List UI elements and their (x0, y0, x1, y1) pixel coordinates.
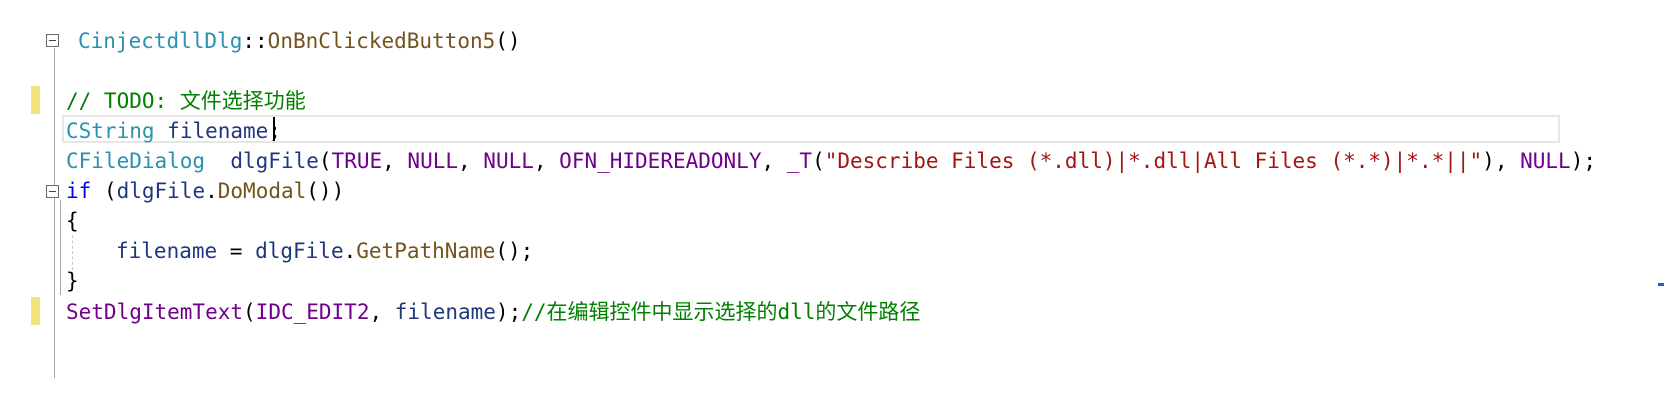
code-token: :: (242, 29, 268, 53)
code-token: CFileDialog (66, 149, 206, 173)
code-token: CinjectdllDlg (78, 29, 243, 53)
code-token: filename (116, 239, 218, 263)
code-token: , (369, 300, 395, 324)
code-token: = (217, 239, 256, 263)
code-token: filename (167, 119, 269, 143)
code-token: , (458, 149, 484, 173)
code-token: { (66, 209, 79, 233)
code-token: CString (66, 119, 155, 143)
scrollbar-marker[interactable] (1658, 283, 1664, 286)
code-token: ( (243, 300, 256, 324)
code-token: if (66, 179, 92, 203)
code-token: "Describe Files (*.dll)|*.dll|All Files … (824, 149, 1483, 173)
indent-guide (72, 235, 73, 270)
code-token: GetPathName (356, 239, 496, 263)
code-token: NULL (1520, 149, 1571, 173)
code-token: dlgFile (255, 239, 344, 263)
code-token: //在编辑控件中显示选择的dll的文件路径 (521, 300, 921, 324)
code-token: ); (495, 300, 522, 324)
code-token: DoModal (217, 179, 307, 203)
code-token: TRUE (331, 149, 383, 173)
collapse-toggle-icon[interactable] (46, 185, 59, 198)
outline-line (54, 48, 55, 378)
code-token: . (205, 179, 218, 203)
code-token: IDC_EDIT2 (255, 300, 370, 324)
code-token: NULL (483, 149, 534, 173)
code-token: dlgFile (230, 149, 319, 173)
code-token: , (533, 149, 560, 173)
current-line-highlight (62, 115, 1560, 143)
code-token: // TODO: 文件选择功能 (66, 89, 306, 113)
code-token: } (66, 269, 79, 293)
outline-line-inner (60, 200, 61, 295)
code-token: ( (318, 149, 332, 173)
code-token: , (761, 149, 787, 173)
code-token: OnBnClickedButton5 (267, 29, 496, 53)
code-token: ), (1482, 149, 1521, 173)
code-token: ( (812, 149, 825, 173)
code-token: NULL (407, 149, 458, 173)
code-token: ); (1570, 149, 1596, 173)
code-token: dlgFile (116, 179, 206, 203)
code-token: OFN_HIDEREADONLY (559, 149, 762, 173)
code-token: (); (495, 239, 534, 263)
collapse-toggle-icon[interactable] (46, 34, 59, 47)
code-token: filename (394, 300, 496, 324)
change-marker (31, 297, 40, 325)
code-token: () (495, 29, 521, 53)
code-token: ( (91, 179, 117, 203)
change-marker (31, 86, 40, 114)
code-token: _T (786, 149, 813, 173)
text-caret (273, 117, 275, 141)
code-token: . (343, 239, 357, 263)
code-token: SetDlgItemText (66, 300, 244, 324)
code-token: , (382, 149, 408, 173)
code-editor[interactable]: CinjectdllDlg::OnBnClickedButton5() // T… (0, 0, 1664, 400)
code-token: ()) (306, 179, 345, 203)
